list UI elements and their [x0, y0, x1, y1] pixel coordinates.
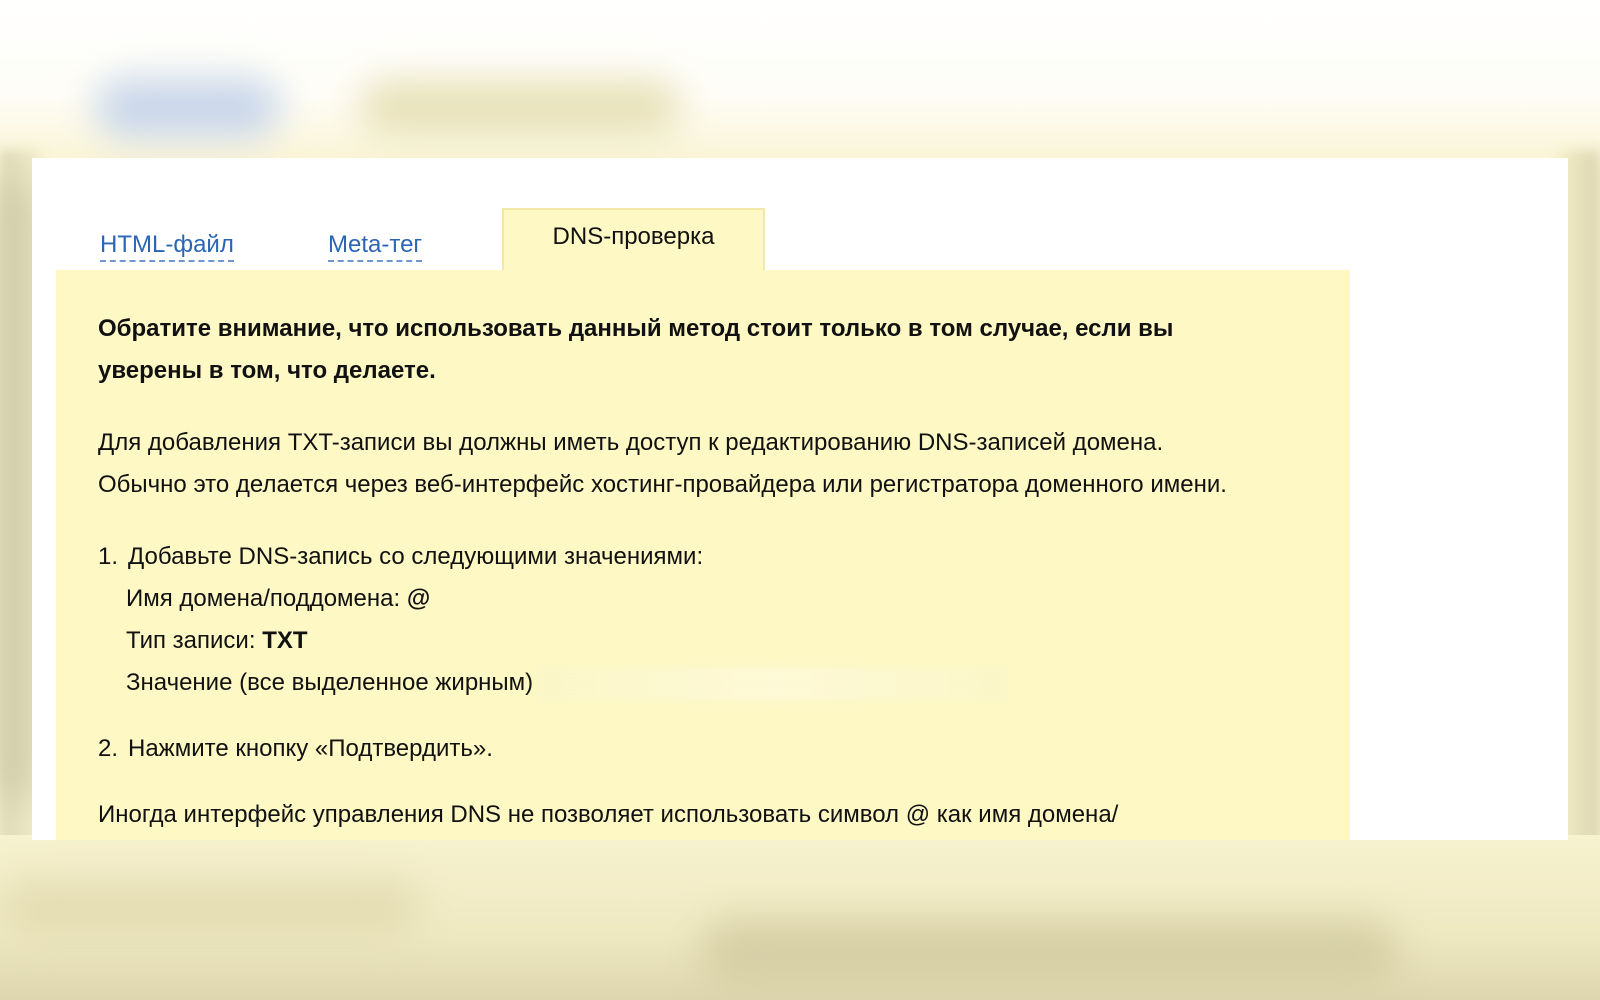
domain-name-label: Имя домена/поддомена: — [126, 585, 401, 612]
tab-meta-tag[interactable]: Meta-тег — [328, 232, 423, 262]
blurred-left-shade — [0, 180, 30, 800]
verification-panel: HTML-файл Meta-тег DNS-проверка Обратите… — [32, 158, 1568, 840]
intro-text: Для добавления TXT-записи вы должны имет… — [98, 422, 1308, 506]
intro-line-2: Обычно это делается через веб-интерфейс … — [98, 471, 1227, 498]
warning-text: Обратите внимание, что использовать данн… — [98, 315, 1174, 384]
step-number: 2. — [98, 735, 119, 762]
intro-line-1: Для добавления TXT-записи вы должны имет… — [98, 429, 1164, 456]
blurred-footer-block — [700, 920, 1400, 990]
blurred-footer-text — [0, 880, 420, 940]
step-number: 1. — [98, 543, 119, 570]
step-text: Добавьте DNS-запись со следующими значен… — [128, 543, 704, 570]
record-value-label: Значение (все выделенное жирным) — [126, 669, 534, 696]
tab-html-file[interactable]: HTML-файл — [100, 232, 234, 262]
step-add-record: 1. Добавьте DNS-запись со следующими знач… — [98, 536, 1308, 704]
tab-dns-check[interactable]: DNS-проверка — [502, 208, 765, 272]
steps-list: 1. Добавьте DNS-запись со следующими знач… — [98, 536, 1308, 770]
blurred-logo — [95, 78, 280, 138]
blurred-header-title — [360, 80, 680, 135]
record-type-value: TXT — [262, 627, 308, 654]
record-value-row: Значение (все выделенное жирным) — [98, 662, 1308, 704]
verification-method-tabs: HTML-файл Meta-тег DNS-проверка — [56, 208, 1350, 272]
at-symbol-note: Иногда интерфейс управления DNS не позво… — [98, 801, 1119, 828]
dns-instructions: Обратите внимание, что использовать данн… — [56, 270, 1350, 840]
domain-name-value: @ — [406, 585, 431, 612]
domain-name-row: Имя домена/поддомена: @ — [98, 578, 1308, 620]
step-confirm: 2. Нажмите кнопку «Подтвердить». — [98, 728, 1308, 770]
step-text: Нажмите кнопку «Подтвердить». — [128, 735, 493, 762]
record-type-row: Тип записи: TXT — [98, 620, 1308, 662]
redacted-record-value — [537, 666, 1008, 701]
record-type-label: Тип записи: — [126, 627, 256, 654]
